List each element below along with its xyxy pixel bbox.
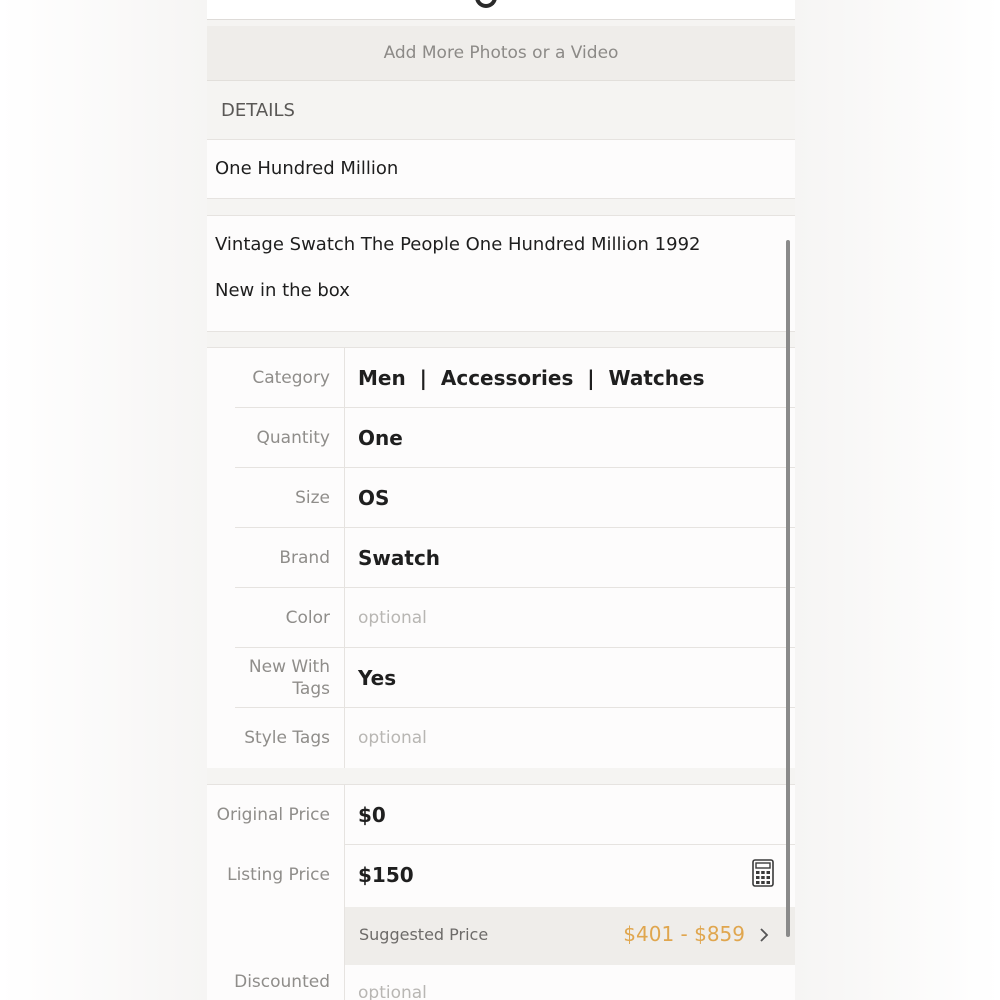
category-label: Category: [252, 368, 330, 388]
style-tags-placeholder: optional: [358, 728, 427, 748]
suggested-price-range: $401 - $859: [623, 922, 745, 946]
size-value: OS: [358, 486, 390, 510]
pricing-form: Original Price $0 Listing Price $150 Sug…: [207, 784, 795, 1000]
original-price-row[interactable]: Original Price $0: [207, 785, 795, 845]
discounted-placeholder: optional: [358, 983, 427, 1000]
add-photos-button[interactable]: Add More Photos or a Video: [207, 26, 795, 81]
category-value: Men | Accessories | Watches: [358, 366, 705, 390]
category-row[interactable]: Category Men | Accessories | Watches: [207, 348, 795, 408]
new-with-tags-label: New With Tags: [248, 657, 330, 699]
discounted-shipping-row[interactable]: Discounted optional: [207, 965, 795, 1000]
brand-row[interactable]: Brand Swatch: [207, 528, 795, 588]
listing-price-value: $150: [358, 863, 414, 887]
description-line-1: Vintage Swatch The People One Hundred Mi…: [215, 234, 701, 255]
listing-form-screen: Add More Photos or a Video DETAILS One H…: [207, 0, 795, 1000]
add-photos-label: Add More Photos or a Video: [383, 43, 619, 63]
brand-label: Brand: [279, 548, 330, 568]
quantity-value: One: [358, 426, 403, 450]
suggested-price-label: Suggested Price: [359, 925, 489, 944]
original-price-value: $0: [358, 803, 386, 827]
cropped-header-glyph: [475, 0, 497, 8]
brand-value: Swatch: [358, 546, 441, 570]
new-with-tags-row[interactable]: New With Tags Yes: [207, 648, 795, 708]
discounted-label: Discounted: [234, 972, 330, 992]
listing-title-value: One Hundred Million: [215, 158, 399, 179]
color-placeholder: optional: [358, 608, 427, 628]
suggested-price-row[interactable]: Suggested Price $401 - $859: [345, 907, 795, 965]
quantity-label: Quantity: [256, 428, 330, 448]
details-section-title: DETAILS: [221, 100, 295, 121]
listing-title-field[interactable]: One Hundred Million: [207, 139, 795, 199]
color-label: Color: [285, 608, 330, 628]
attributes-form: Category Men | Accessories | Watches Qua…: [207, 347, 795, 768]
vertical-scrollbar[interactable]: [786, 240, 790, 937]
right-backdrop: [795, 0, 1000, 1000]
calculator-icon[interactable]: [752, 859, 774, 887]
size-row[interactable]: Size OS: [207, 468, 795, 528]
style-tags-row[interactable]: Style Tags optional: [207, 708, 795, 768]
listing-price-row[interactable]: Listing Price $150: [207, 845, 795, 905]
listing-description-field[interactable]: Vintage Swatch The People One Hundred Mi…: [207, 215, 795, 332]
style-tags-label: Style Tags: [244, 728, 330, 748]
left-backdrop: [0, 0, 207, 1000]
chevron-right-icon: [760, 928, 769, 942]
original-price-label: Original Price: [216, 805, 330, 825]
size-label: Size: [295, 488, 330, 508]
new-with-tags-value: Yes: [358, 666, 397, 690]
listing-price-label: Listing Price: [227, 865, 330, 885]
quantity-row[interactable]: Quantity One: [207, 408, 795, 468]
color-row[interactable]: Color optional: [207, 588, 795, 648]
photo-area-bottom-edge: [207, 0, 795, 20]
description-line-2: New in the box: [215, 280, 350, 301]
